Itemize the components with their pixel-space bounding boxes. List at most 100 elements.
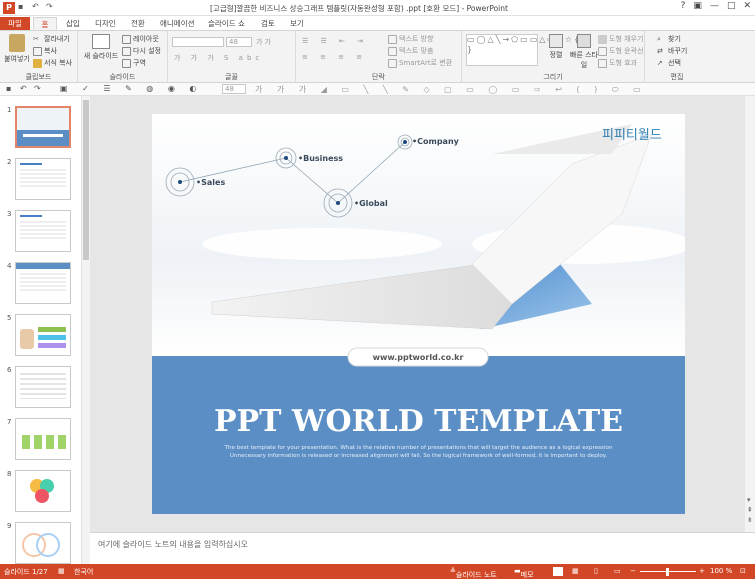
select-button[interactable]: ➚ 선택	[657, 58, 681, 68]
align-icons[interactable]: ≡ ≡ ≡ ≡	[302, 53, 367, 61]
slide-thumbnail-1[interactable]	[15, 106, 71, 148]
tab-insert[interactable]: 삽입	[66, 17, 80, 30]
quick-access-toolbar: ▪ ↶ ↷	[18, 2, 56, 12]
spellcheck-icon[interactable]: ▦	[58, 567, 65, 575]
paste-button[interactable]: 붙여넣기	[2, 34, 32, 64]
slide-subtitle-line-2[interactable]: Unnecessary information is released or i…	[152, 453, 685, 459]
zoom-slider-thumb[interactable]	[666, 568, 669, 576]
new-slide-button[interactable]: 새 슬라이드	[82, 34, 120, 61]
redo-icon[interactable]: ↷	[34, 84, 41, 93]
layout-button[interactable]: 레이아웃	[122, 34, 159, 44]
align-text-icon	[388, 46, 397, 56]
slide-canvas[interactable]: 피피티월드 •Sales •Business •Global •Company …	[152, 114, 685, 514]
replace-button[interactable]: ⇄ 바꾸기	[657, 46, 687, 56]
normal-view-icon[interactable]	[553, 567, 563, 576]
slide-thumbnail-3[interactable]	[15, 210, 71, 252]
maximize-button[interactable]: □	[727, 1, 736, 11]
comments-toggle[interactable]: ▬ 메모	[514, 567, 534, 579]
slide-thumbnail-7[interactable]	[15, 418, 71, 460]
shapes-gallery[interactable]: ▭◯△╲→⬠▭▭△⇨↩☆{ }	[466, 34, 579, 66]
thumbnail-scrollbar[interactable]	[82, 96, 90, 564]
font-format-icons[interactable]: 가 가 가 S abc	[174, 53, 263, 63]
quick-toolbar: ▪ ↶ ↷ ▣ ✓ ☰ ✎ ◍ ◉ ◐ 48 가 가 가 ◢ ▭ ╲ ╲ ✎ ◇…	[0, 83, 755, 96]
font-grow-icon[interactable]: 가 가	[256, 37, 271, 47]
shape-effects-label: 도형 효과	[609, 59, 637, 67]
tab-review[interactable]: 검토	[261, 17, 275, 30]
slide-sorter-icon[interactable]: ▦	[572, 567, 579, 575]
tab-animations[interactable]: 애니메이션	[160, 17, 195, 30]
next-slide-icon[interactable]: ⇟	[747, 516, 753, 524]
save-icon[interactable]: ▪	[18, 2, 28, 12]
tab-design[interactable]: 디자인	[95, 17, 116, 30]
scroll-down-icon[interactable]: ▾	[747, 496, 751, 504]
tab-transitions[interactable]: 전환	[131, 17, 145, 30]
undo-icon[interactable]: ↶	[20, 84, 27, 93]
smartart-button[interactable]: SmartArt로 변환	[388, 58, 452, 68]
text-direction-icon	[388, 34, 397, 44]
font-size-combo-2[interactable]: 48	[222, 84, 246, 94]
align-text-button[interactable]: 텍스트 맞춤	[388, 46, 433, 56]
format-painter-button[interactable]: 서식 복사	[33, 58, 72, 68]
slide-thumbnail-2[interactable]	[15, 158, 71, 200]
slideshow-icon[interactable]: ▭	[614, 567, 621, 575]
ribbon-display-button[interactable]: ▣	[693, 1, 702, 11]
slide-scrollbar[interactable]: ▾ ⇞ ⇟	[745, 96, 755, 532]
slide-thumbnail-9[interactable]	[15, 522, 71, 564]
slide-thumbnail-8[interactable]	[15, 470, 71, 512]
text-direction-button[interactable]: 텍스트 방향	[388, 34, 433, 44]
toolbar-icons[interactable]: ▣ ✓ ☰ ✎ ◍ ◉ ◐	[60, 84, 202, 93]
font-name-combo[interactable]	[172, 37, 224, 47]
reset-button[interactable]: 다시 설정	[122, 46, 161, 56]
quick-styles-button[interactable]: 빠른 스타일	[570, 34, 598, 70]
tab-slideshow[interactable]: 슬라이드 쇼	[208, 17, 245, 30]
arrange-button[interactable]: 정렬	[542, 34, 570, 60]
language-indicator[interactable]: 한국어	[74, 567, 93, 577]
thumb-number: 5	[7, 314, 12, 322]
tab-home[interactable]: 홈	[33, 17, 57, 30]
prev-slide-icon[interactable]: ⇞	[747, 506, 753, 514]
slide-thumbnail-6[interactable]	[15, 366, 71, 408]
zoom-out-icon[interactable]: −	[630, 567, 636, 575]
zoom-in-icon[interactable]: +	[699, 567, 705, 575]
toolbar-format-icons[interactable]: 가 가 가 ◢ ▭ ╲ ╲ ✎ ◇ ▢ ▭ ◯ ▭ ⇨ ↩ ( ) ⬭ ▭	[255, 84, 647, 95]
reading-view-icon[interactable]: ▯	[594, 567, 598, 575]
tab-file[interactable]: 파일	[0, 17, 30, 30]
notes-placeholder[interactable]: 여기에 슬라이드 노트의 내용을 입력하십시오	[98, 539, 248, 550]
arrange-icon	[549, 34, 563, 48]
zoom-level[interactable]: 100 %	[710, 567, 732, 575]
help-button[interactable]: ?	[681, 1, 686, 11]
layout-icon	[122, 34, 131, 44]
save-icon[interactable]: ▪	[6, 84, 11, 93]
slide-title[interactable]: PPT WORLD TEMPLATE	[152, 404, 685, 439]
thumb-number: 1	[7, 106, 12, 114]
paste-icon	[9, 34, 25, 52]
undo-icon[interactable]: ↶	[32, 2, 42, 12]
slide-thumbnail-pane[interactable]: 1 2 3 4 5 6 7 8 9	[0, 96, 82, 564]
copy-button[interactable]: 복사	[33, 46, 57, 56]
notes-toggle[interactable]: ≜ 슬라이드 노트	[450, 567, 497, 579]
thumb-number: 8	[7, 470, 12, 478]
find-button[interactable]: ⌕ 찾기	[657, 34, 681, 44]
redo-icon[interactable]: ↷	[46, 2, 56, 12]
cut-button[interactable]: ✂ 잘라내기	[33, 34, 70, 44]
thumb-number: 2	[7, 158, 12, 166]
notes-pane[interactable]: 여기에 슬라이드 노트의 내용을 입력하십시오	[90, 532, 755, 564]
slide-thumbnail-4[interactable]	[15, 262, 71, 304]
slide-subtitle-line-1[interactable]: The best template for your presentation.…	[152, 445, 685, 451]
minimize-button[interactable]: —	[710, 1, 719, 11]
font-size-combo[interactable]: 48	[226, 37, 252, 47]
shape-effects-button[interactable]: 도형 효과	[598, 58, 637, 68]
close-button[interactable]: ✕	[743, 1, 751, 11]
shape-fill-button[interactable]: 도형 채우기	[598, 34, 643, 44]
fit-slide-icon[interactable]: ⊡	[740, 567, 746, 575]
list-icons[interactable]: ☰ ☰ ⇤ ⇥	[302, 37, 368, 45]
group-clipboard: 붙여넣기 ✂ 잘라내기 복사 서식 복사 클립보드	[0, 31, 78, 83]
tab-view[interactable]: 보기	[290, 17, 304, 30]
section-button[interactable]: 구역	[122, 58, 146, 68]
slide-thumbnail-5[interactable]	[15, 314, 71, 356]
shape-outline-button[interactable]: 도형 윤곽선	[598, 46, 643, 56]
slide-editing-area[interactable]: 피피티월드 •Sales •Business •Global •Company …	[90, 96, 745, 532]
format-painter-label: 서식 복사	[44, 59, 72, 67]
group-paragraph-label: 단락	[372, 73, 385, 81]
align-text-label: 텍스트 맞춤	[399, 47, 434, 55]
